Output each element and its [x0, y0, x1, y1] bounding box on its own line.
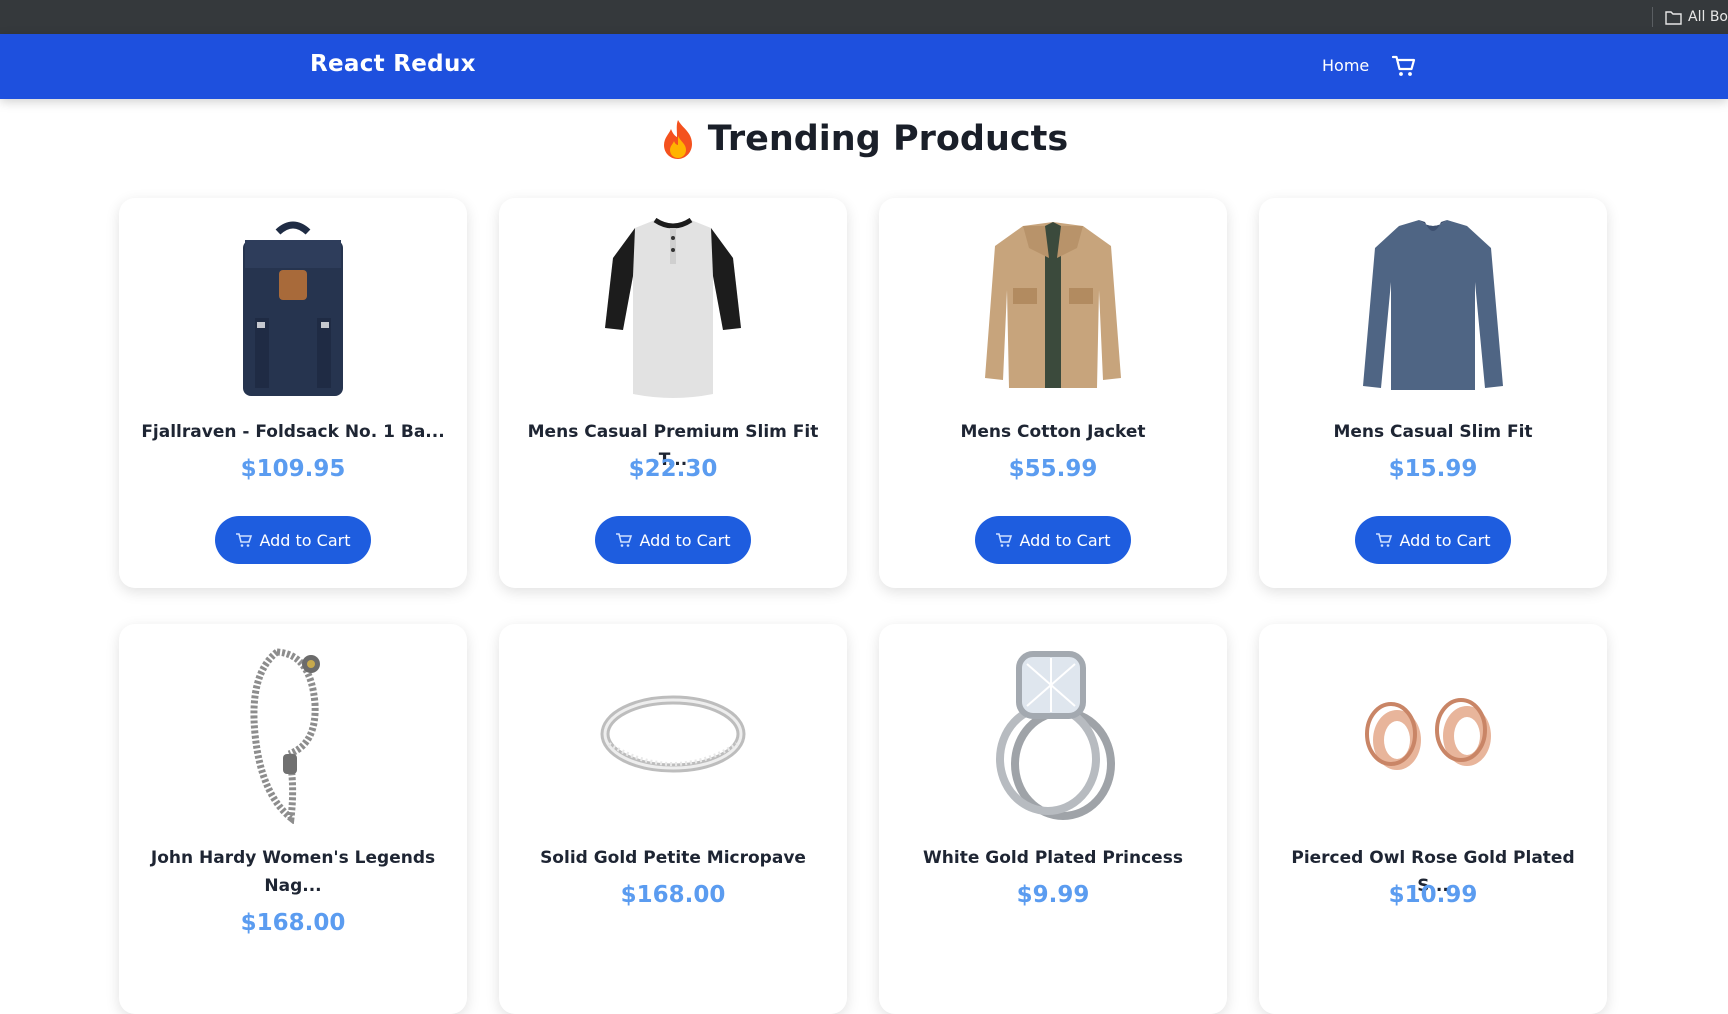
add-to-cart-button[interactable]: Add to Cart [595, 516, 751, 564]
product-image-ear-plugs[interactable] [1259, 642, 1607, 826]
product-title[interactable]: Mens Cotton Jacket [895, 418, 1211, 446]
product-card[interactable]: Solid Gold Petite Micropave $168.00 [499, 624, 847, 1014]
product-card[interactable]: Mens Cotton Jacket $55.99 Add to Cart [879, 198, 1227, 588]
folder-icon [1665, 10, 1682, 25]
brand-logo[interactable]: React Redux [310, 51, 476, 77]
product-image-ring[interactable] [499, 642, 847, 826]
product-card[interactable]: Fjallraven - Foldsack No. 1 Ba... $109.9… [119, 198, 467, 588]
product-price: $168.00 [240, 910, 346, 936]
add-to-cart-label: Add to Cart [1019, 530, 1111, 550]
cart-icon [236, 533, 253, 547]
cart-icon [996, 533, 1013, 547]
browser-toolbar: All Bo [0, 0, 1728, 34]
product-card[interactable]: White Gold Plated Princess $9.99 [879, 624, 1227, 1014]
product-card[interactable]: Pierced Owl Rose Gold Plated S... $10.99 [1259, 624, 1607, 1014]
product-price: $9.99 [1016, 882, 1090, 908]
add-to-cart-label: Add to Cart [259, 530, 351, 550]
product-price: $15.99 [1388, 456, 1478, 482]
nav-home-link[interactable]: Home [1322, 56, 1369, 75]
add-to-cart-button[interactable]: Add to Cart [1355, 516, 1511, 564]
cart-icon[interactable] [1391, 53, 1417, 79]
product-title[interactable]: John Hardy Women's Legends Nag... [135, 844, 451, 900]
product-grid: Fjallraven - Foldsack No. 1 Ba... $109.9… [119, 198, 1607, 1014]
add-to-cart-button[interactable]: Add to Cart [975, 516, 1131, 564]
product-title[interactable]: White Gold Plated Princess [895, 844, 1211, 872]
product-title[interactable]: Mens Casual Slim Fit [1275, 418, 1591, 446]
navbar: React Redux Home [0, 34, 1728, 99]
page-title: Trending Products [0, 118, 1728, 160]
product-image-bracelet[interactable] [119, 642, 467, 826]
product-title[interactable]: Fjallraven - Foldsack No. 1 Ba... [135, 418, 451, 446]
product-card[interactable]: Mens Casual Slim Fit $15.99 Add to Cart [1259, 198, 1607, 588]
product-image-henley-shirt[interactable] [499, 216, 847, 400]
product-price: $55.99 [1008, 456, 1098, 482]
product-image-diamond-ring[interactable] [879, 642, 1227, 826]
product-price: $109.95 [240, 456, 346, 482]
product-card[interactable]: John Hardy Women's Legends Nag... $168.0… [119, 624, 467, 1014]
bookmarks-folder[interactable]: All Bo [1652, 7, 1728, 27]
cart-icon [616, 533, 633, 547]
fire-icon [663, 120, 692, 159]
product-price: $10.99 [1388, 882, 1478, 908]
add-to-cart-label: Add to Cart [1399, 530, 1491, 550]
product-price: $168.00 [620, 882, 726, 908]
page-title-text: Trending Products [707, 119, 1069, 159]
product-image-jacket[interactable] [879, 216, 1227, 400]
product-image-backpack[interactable] [119, 216, 467, 400]
product-price: $22.30 [628, 456, 718, 482]
cart-icon [1376, 533, 1393, 547]
add-to-cart-button[interactable]: Add to Cart [215, 516, 371, 564]
add-to-cart-label: Add to Cart [639, 530, 731, 550]
product-card[interactable]: Mens Casual Premium Slim Fit T... $22.30… [499, 198, 847, 588]
bookmarks-label: All Bo [1688, 9, 1728, 25]
product-image-long-sleeve-shirt[interactable] [1259, 216, 1607, 400]
product-title[interactable]: Solid Gold Petite Micropave [515, 844, 831, 872]
